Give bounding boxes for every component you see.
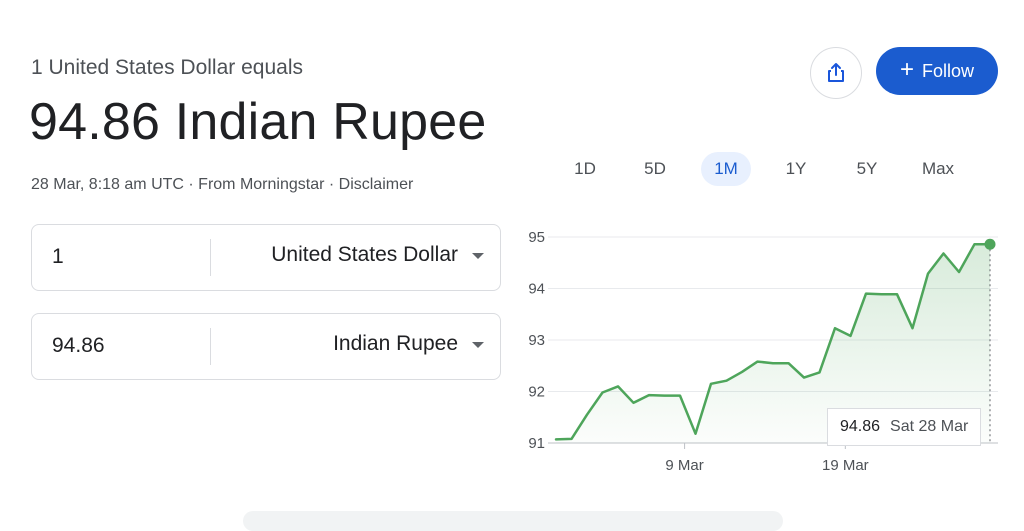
divider [210,328,211,365]
separator: · [183,176,199,193]
disclaimer-link[interactable]: Disclaimer [339,176,414,193]
tab-1d[interactable]: 1D [560,152,610,186]
meta-line: 28 Mar, 8:18 am UTC · From Morningstar ·… [31,176,413,194]
tab-max[interactable]: Max [913,152,963,186]
dropdown-caret-icon [472,342,484,348]
dropdown-caret-icon [472,253,484,259]
timestamp: 28 Mar, 8:18 am UTC [31,176,184,193]
from-currency-select[interactable]: United States Dollar [271,243,484,267]
plus-icon: + [899,56,914,83]
chart-tooltip: 94.86 Sat 28 Mar [827,408,982,446]
x-tick-label: 19 Mar [822,457,869,474]
tab-5y[interactable]: 5Y [842,152,892,186]
to-currency-row: 94.86 Indian Rupee [31,313,501,380]
to-amount-input[interactable]: 94.86 [52,334,105,358]
follow-label: Follow [922,60,975,81]
from-amount-input[interactable]: 1 [52,245,64,269]
separator: · [324,176,339,193]
tab-1m[interactable]: 1M [701,152,751,186]
follow-button[interactable]: + Follow [876,47,998,95]
x-tick-label: 9 Mar [665,457,703,474]
divider [210,239,211,276]
tab-5d[interactable]: 5D [630,152,680,186]
share-button[interactable] [810,47,862,99]
source-link[interactable]: From Morningstar [198,176,324,193]
bottom-panel [243,511,783,531]
to-currency-select[interactable]: Indian Rupee [333,332,484,356]
from-currency-label: United States Dollar [271,243,458,266]
conversion-subtitle: 1 United States Dollar equals [31,56,303,79]
y-tick-label: 92 [528,384,545,401]
to-currency-label: Indian Rupee [333,332,458,355]
range-tabs: 1D 5D 1M 1Y 5Y Max [558,152,968,186]
tooltip-value: 94.86 [840,418,881,435]
chart-current-point [984,238,996,250]
tab-1y[interactable]: 1Y [771,152,821,186]
y-tick-label: 94 [528,281,545,298]
tooltip-date: Sat 28 Mar [890,418,969,435]
share-icon [828,63,844,82]
y-tick-label: 93 [528,332,545,349]
y-tick-label: 91 [528,435,545,452]
converted-value: 94.86 Indian Rupee [29,93,487,151]
y-tick-label: 95 [528,229,545,246]
from-currency-row: 1 United States Dollar [31,224,501,291]
